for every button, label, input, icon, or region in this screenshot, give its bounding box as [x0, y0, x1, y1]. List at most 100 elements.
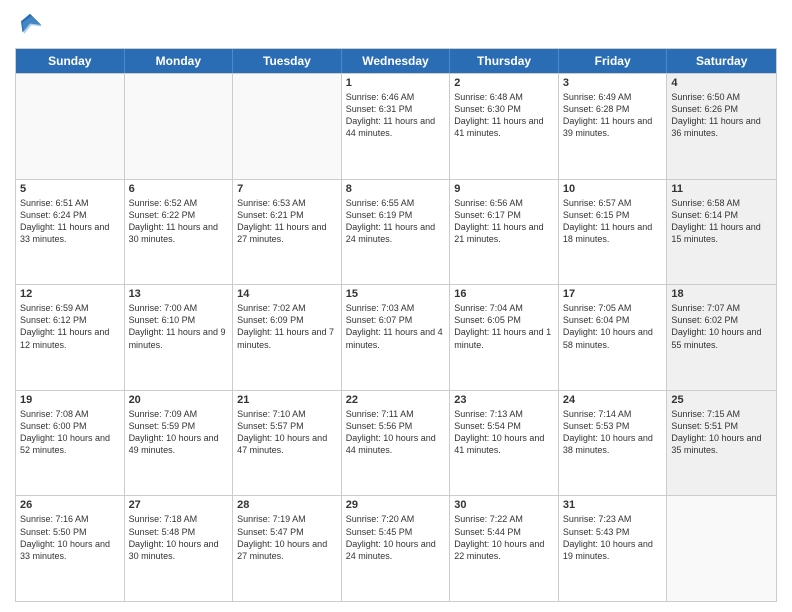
calendar: SundayMondayTuesdayWednesdayThursdayFrid… [15, 48, 777, 602]
cell-content: Sunrise: 7:02 AM Sunset: 6:09 PM Dayligh… [237, 302, 337, 351]
day-number: 1 [346, 77, 446, 89]
calendar-row-4: 26Sunrise: 7:16 AM Sunset: 5:50 PM Dayli… [16, 495, 776, 601]
cell-content: Sunrise: 7:05 AM Sunset: 6:04 PM Dayligh… [563, 302, 663, 351]
calendar-cell-28: 28 Sunrise: 7:19 AM Sunset: 5:47 PM Dayli… [233, 496, 342, 601]
calendar-cell-30: 30 Sunrise: 7:22 AM Sunset: 5:44 PM Dayli… [450, 496, 559, 601]
day-number: 7 [237, 183, 337, 195]
calendar-header-friday: Friday [559, 49, 668, 73]
calendar-cell-10: 10 Sunrise: 6:57 AM Sunset: 6:15 PM Dayli… [559, 180, 668, 285]
calendar-cell-23: 23 Sunrise: 7:13 AM Sunset: 5:54 PM Dayli… [450, 391, 559, 496]
cell-content: Sunrise: 7:08 AM Sunset: 6:00 PM Dayligh… [20, 408, 120, 457]
calendar-cell-empty-0-1 [125, 74, 234, 179]
cell-content: Sunrise: 7:19 AM Sunset: 5:47 PM Dayligh… [237, 513, 337, 562]
day-number: 28 [237, 499, 337, 511]
cell-content: Sunrise: 6:52 AM Sunset: 6:22 PM Dayligh… [129, 197, 229, 246]
calendar-header-saturday: Saturday [667, 49, 776, 73]
day-number: 8 [346, 183, 446, 195]
day-number: 5 [20, 183, 120, 195]
day-number: 19 [20, 394, 120, 406]
calendar-cell-17: 17 Sunrise: 7:05 AM Sunset: 6:04 PM Dayli… [559, 285, 668, 390]
day-number: 29 [346, 499, 446, 511]
cell-content: Sunrise: 7:09 AM Sunset: 5:59 PM Dayligh… [129, 408, 229, 457]
cell-content: Sunrise: 7:10 AM Sunset: 5:57 PM Dayligh… [237, 408, 337, 457]
calendar-cell-3: 3 Sunrise: 6:49 AM Sunset: 6:28 PM Daylig… [559, 74, 668, 179]
header [15, 10, 777, 40]
calendar-cell-2: 2 Sunrise: 6:48 AM Sunset: 6:30 PM Daylig… [450, 74, 559, 179]
logo [15, 10, 49, 40]
calendar-body: 1 Sunrise: 6:46 AM Sunset: 6:31 PM Daylig… [16, 73, 776, 601]
cell-content: Sunrise: 7:16 AM Sunset: 5:50 PM Dayligh… [20, 513, 120, 562]
day-number: 12 [20, 288, 120, 300]
calendar-cell-26: 26Sunrise: 7:16 AM Sunset: 5:50 PM Dayli… [16, 496, 125, 601]
day-number: 22 [346, 394, 446, 406]
day-number: 9 [454, 183, 554, 195]
day-number: 24 [563, 394, 663, 406]
calendar-cell-29: 29Sunrise: 7:20 AM Sunset: 5:45 PM Dayli… [342, 496, 451, 601]
calendar-cell-31: 31Sunrise: 7:23 AM Sunset: 5:43 PM Dayli… [559, 496, 668, 601]
calendar-cell-24: 24Sunrise: 7:14 AM Sunset: 5:53 PM Dayli… [559, 391, 668, 496]
day-number: 4 [671, 77, 772, 89]
calendar-cell-7: 7 Sunrise: 6:53 AM Sunset: 6:21 PM Daylig… [233, 180, 342, 285]
cell-content: Sunrise: 6:56 AM Sunset: 6:17 PM Dayligh… [454, 197, 554, 246]
cell-content: Sunrise: 6:49 AM Sunset: 6:28 PM Dayligh… [563, 91, 663, 140]
day-number: 14 [237, 288, 337, 300]
cell-content: Sunrise: 6:57 AM Sunset: 6:15 PM Dayligh… [563, 197, 663, 246]
calendar-cell-19: 19 Sunrise: 7:08 AM Sunset: 6:00 PM Dayli… [16, 391, 125, 496]
calendar-header-wednesday: Wednesday [342, 49, 451, 73]
calendar-cell-1: 1 Sunrise: 6:46 AM Sunset: 6:31 PM Daylig… [342, 74, 451, 179]
calendar-header-tuesday: Tuesday [233, 49, 342, 73]
calendar-cell-11: 11Sunrise: 6:58 AM Sunset: 6:14 PM Dayli… [667, 180, 776, 285]
day-number: 18 [671, 288, 772, 300]
logo-icon [15, 10, 45, 40]
day-number: 2 [454, 77, 554, 89]
calendar-cell-empty-4-6 [667, 496, 776, 601]
cell-content: Sunrise: 6:48 AM Sunset: 6:30 PM Dayligh… [454, 91, 554, 140]
page: SundayMondayTuesdayWednesdayThursdayFrid… [0, 0, 792, 612]
cell-content: Sunrise: 6:53 AM Sunset: 6:21 PM Dayligh… [237, 197, 337, 246]
calendar-cell-8: 8 Sunrise: 6:55 AM Sunset: 6:19 PM Daylig… [342, 180, 451, 285]
day-number: 13 [129, 288, 229, 300]
calendar-header-row: SundayMondayTuesdayWednesdayThursdayFrid… [16, 49, 776, 73]
calendar-row-3: 19 Sunrise: 7:08 AM Sunset: 6:00 PM Dayli… [16, 390, 776, 496]
calendar-cell-15: 15Sunrise: 7:03 AM Sunset: 6:07 PM Dayli… [342, 285, 451, 390]
calendar-cell-4: 4Sunrise: 6:50 AM Sunset: 6:26 PM Daylig… [667, 74, 776, 179]
calendar-cell-12: 12 Sunrise: 6:59 AM Sunset: 6:12 PM Dayli… [16, 285, 125, 390]
cell-content: Sunrise: 7:13 AM Sunset: 5:54 PM Dayligh… [454, 408, 554, 457]
cell-content: Sunrise: 6:55 AM Sunset: 6:19 PM Dayligh… [346, 197, 446, 246]
cell-content: Sunrise: 7:22 AM Sunset: 5:44 PM Dayligh… [454, 513, 554, 562]
calendar-cell-22: 22 Sunrise: 7:11 AM Sunset: 5:56 PM Dayli… [342, 391, 451, 496]
calendar-row-1: 5Sunrise: 6:51 AM Sunset: 6:24 PM Daylig… [16, 179, 776, 285]
calendar-header-monday: Monday [125, 49, 234, 73]
calendar-cell-empty-0-2 [233, 74, 342, 179]
day-number: 17 [563, 288, 663, 300]
calendar-cell-5: 5Sunrise: 6:51 AM Sunset: 6:24 PM Daylig… [16, 180, 125, 285]
day-number: 30 [454, 499, 554, 511]
calendar-header-thursday: Thursday [450, 49, 559, 73]
calendar-cell-6: 6 Sunrise: 6:52 AM Sunset: 6:22 PM Daylig… [125, 180, 234, 285]
cell-content: Sunrise: 7:11 AM Sunset: 5:56 PM Dayligh… [346, 408, 446, 457]
day-number: 3 [563, 77, 663, 89]
cell-content: Sunrise: 7:00 AM Sunset: 6:10 PM Dayligh… [129, 302, 229, 351]
cell-content: Sunrise: 7:15 AM Sunset: 5:51 PM Dayligh… [671, 408, 772, 457]
calendar-cell-20: 20Sunrise: 7:09 AM Sunset: 5:59 PM Dayli… [125, 391, 234, 496]
cell-content: Sunrise: 7:18 AM Sunset: 5:48 PM Dayligh… [129, 513, 229, 562]
day-number: 16 [454, 288, 554, 300]
day-number: 23 [454, 394, 554, 406]
day-number: 31 [563, 499, 663, 511]
day-number: 25 [671, 394, 772, 406]
calendar-cell-21: 21Sunrise: 7:10 AM Sunset: 5:57 PM Dayli… [233, 391, 342, 496]
calendar-cell-9: 9 Sunrise: 6:56 AM Sunset: 6:17 PM Daylig… [450, 180, 559, 285]
cell-content: Sunrise: 7:07 AM Sunset: 6:02 PM Dayligh… [671, 302, 772, 351]
cell-content: Sunrise: 7:04 AM Sunset: 6:05 PM Dayligh… [454, 302, 554, 351]
calendar-cell-14: 14 Sunrise: 7:02 AM Sunset: 6:09 PM Dayli… [233, 285, 342, 390]
calendar-cell-empty-0-0 [16, 74, 125, 179]
day-number: 10 [563, 183, 663, 195]
calendar-cell-13: 13 Sunrise: 7:00 AM Sunset: 6:10 PM Dayli… [125, 285, 234, 390]
cell-content: Sunrise: 6:46 AM Sunset: 6:31 PM Dayligh… [346, 91, 446, 140]
calendar-cell-27: 27 Sunrise: 7:18 AM Sunset: 5:48 PM Dayli… [125, 496, 234, 601]
calendar-cell-16: 16 Sunrise: 7:04 AM Sunset: 6:05 PM Dayli… [450, 285, 559, 390]
cell-content: Sunrise: 6:59 AM Sunset: 6:12 PM Dayligh… [20, 302, 120, 351]
day-number: 6 [129, 183, 229, 195]
day-number: 15 [346, 288, 446, 300]
day-number: 27 [129, 499, 229, 511]
